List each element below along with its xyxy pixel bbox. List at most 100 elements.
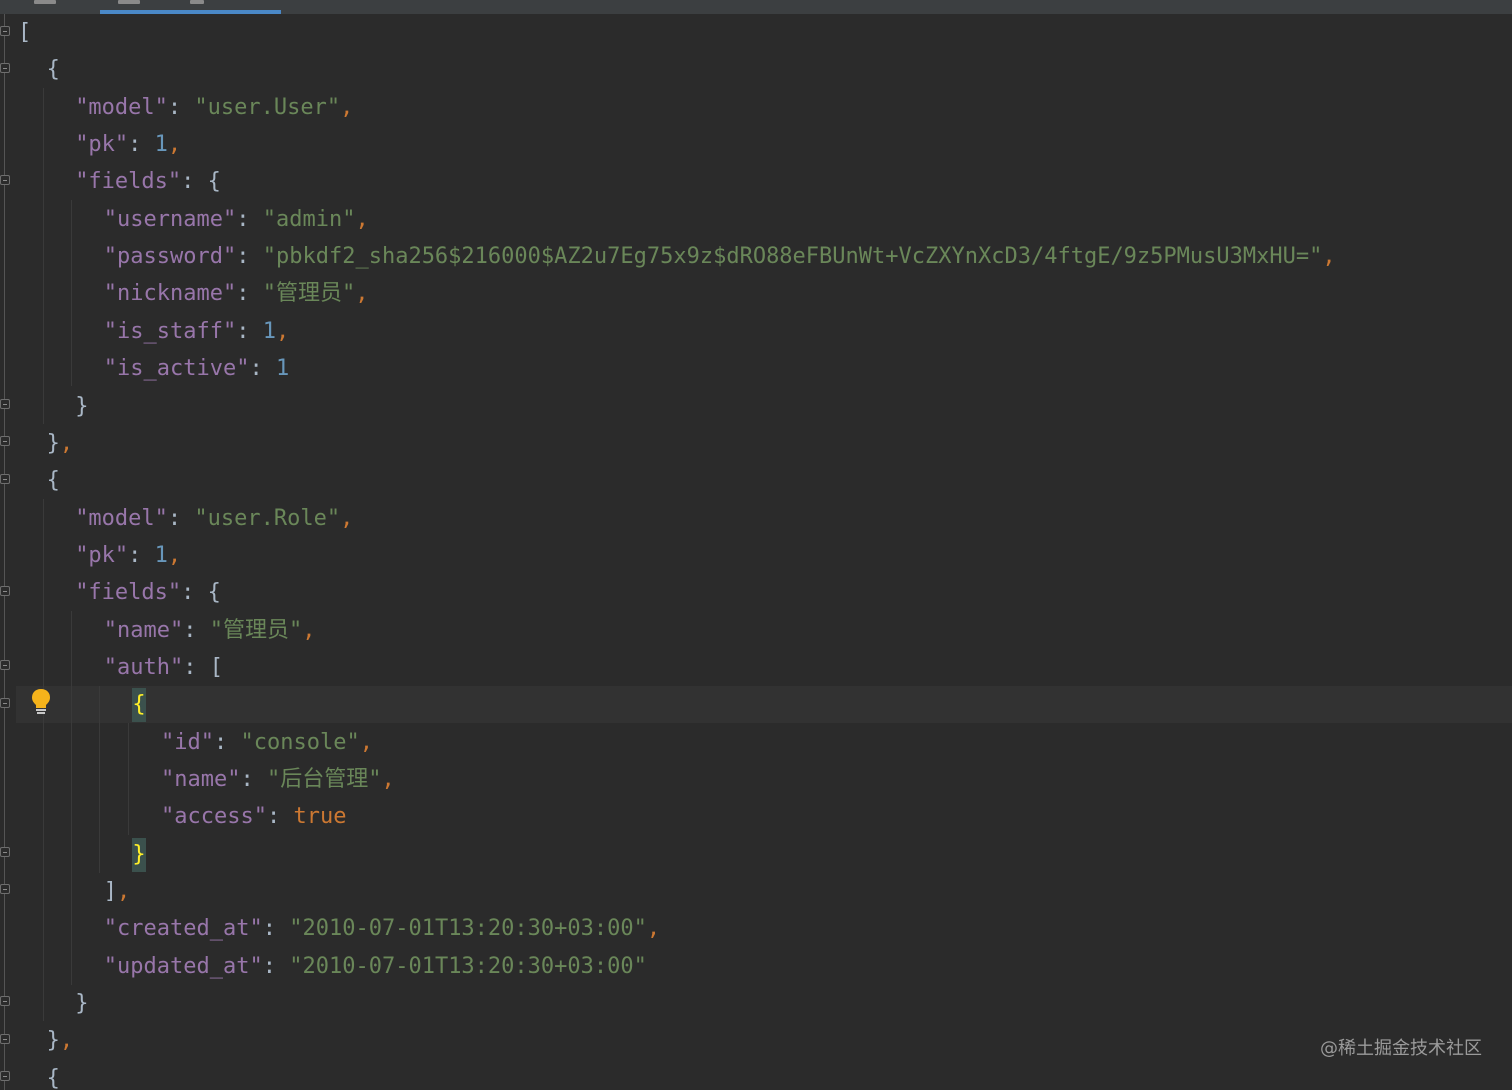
fold-marker-icon[interactable] xyxy=(0,26,10,36)
code-line[interactable]: { xyxy=(132,686,146,723)
fold-marker-icon[interactable] xyxy=(0,660,10,670)
code-line[interactable]: "name": "后台管理", xyxy=(161,761,395,798)
code-token: , xyxy=(359,729,373,755)
tab-inactive[interactable] xyxy=(34,0,56,4)
code-token: , xyxy=(355,281,369,307)
code-token: "admin" xyxy=(262,206,356,232)
code-token: "管理员" xyxy=(262,281,356,307)
code-token: , xyxy=(646,916,661,942)
code-token: "name" xyxy=(103,617,184,643)
fold-marker-icon[interactable] xyxy=(0,698,10,708)
indent-guide xyxy=(71,200,72,386)
fold-marker-icon[interactable] xyxy=(0,884,10,894)
indent-guide xyxy=(71,611,72,985)
code-line[interactable]: "id": "console", xyxy=(161,724,373,761)
code-line[interactable]: "is_active": 1 xyxy=(104,350,289,387)
code-line[interactable]: "auth": [ xyxy=(104,649,223,686)
code-token: , xyxy=(59,1028,74,1054)
code-token: "user.User" xyxy=(194,94,341,120)
code-token: "password" xyxy=(103,244,237,270)
fold-marker-icon[interactable] xyxy=(0,847,10,857)
code-token: : xyxy=(167,505,195,531)
code-token: 1 xyxy=(154,132,168,158)
fold-marker-icon[interactable] xyxy=(0,175,10,185)
code-line[interactable]: }, xyxy=(47,1022,74,1059)
fold-marker-icon[interactable] xyxy=(0,1034,10,1044)
code-token: [ xyxy=(18,20,32,45)
fold-marker-icon[interactable] xyxy=(0,586,10,596)
code-token: : xyxy=(240,767,267,792)
code-line[interactable]: }, xyxy=(47,425,74,462)
code-line[interactable]: } xyxy=(75,388,88,425)
code-line[interactable]: "fields": { xyxy=(75,574,221,611)
code-line[interactable]: "fields": { xyxy=(75,163,221,200)
code-token: : xyxy=(249,356,276,382)
code-token: : xyxy=(181,169,208,195)
fold-marker-icon[interactable] xyxy=(0,436,10,446)
code-token: , xyxy=(167,542,182,568)
code-token: "2010-07-01T13:20:30+03:00" xyxy=(289,916,647,942)
fold-marker-icon[interactable] xyxy=(0,474,10,484)
code-line[interactable]: { xyxy=(47,51,60,88)
code-line[interactable]: [ xyxy=(18,14,31,51)
current-line-highlight xyxy=(16,686,1512,723)
gutter[interactable] xyxy=(0,14,16,1090)
code-token: true xyxy=(293,804,347,830)
watermark: @稀土掘金技术社区 xyxy=(1320,1038,1482,1059)
code-line[interactable]: ], xyxy=(104,873,131,910)
code-line[interactable]: "is_staff": 1, xyxy=(104,313,289,350)
code-editor[interactable]: [{"model": "user.User", "pk": 1, "fields":… xyxy=(0,14,1512,1090)
code-token: , xyxy=(167,132,182,158)
code-token: : xyxy=(262,916,290,942)
code-token: { xyxy=(132,688,146,723)
code-line[interactable]: } xyxy=(75,985,88,1022)
code-token: , xyxy=(1322,244,1336,270)
code-line[interactable]: "pk": 1, xyxy=(75,126,181,163)
code-token: , xyxy=(355,206,369,232)
code-line[interactable]: "access": true xyxy=(161,798,346,835)
code-token: "管理员" xyxy=(209,617,303,643)
code-line[interactable]: "username": "admin", xyxy=(104,201,369,238)
code-token: , xyxy=(117,879,131,905)
code-token: 1 xyxy=(276,356,290,382)
code-token: : xyxy=(262,953,290,979)
fold-marker-icon[interactable] xyxy=(0,1071,10,1081)
code-token: : xyxy=(213,729,241,755)
code-token: : xyxy=(183,654,210,680)
fold-marker-icon[interactable] xyxy=(0,996,10,1006)
code-token: { xyxy=(46,57,60,83)
code-line[interactable]: "model": "user.User", xyxy=(75,89,353,126)
code-token: { xyxy=(46,468,60,494)
code-token: { xyxy=(207,580,221,606)
code-line[interactable]: "updated_at": "2010-07-01T13:20:30+03:00… xyxy=(104,948,647,985)
code-token: : xyxy=(236,318,263,344)
code-line[interactable]: { xyxy=(47,1060,60,1090)
code-token: "model" xyxy=(75,505,168,531)
code-line[interactable]: "nickname": "管理员", xyxy=(104,275,369,312)
indent-guide xyxy=(43,499,44,1021)
code-token: : xyxy=(236,244,263,270)
code-line[interactable]: "pk": 1, xyxy=(75,537,181,574)
code-line[interactable]: "created_at": "2010-07-01T13:20:30+03:00… xyxy=(104,910,660,947)
fold-marker-icon[interactable] xyxy=(0,63,10,73)
code-token: "access" xyxy=(161,804,267,830)
code-token: , xyxy=(340,94,354,120)
code-line[interactable]: { xyxy=(47,462,60,499)
code-token: ] xyxy=(103,879,118,905)
code-token: : xyxy=(128,542,155,568)
code-token: 1 xyxy=(154,542,168,568)
fold-marker-icon[interactable] xyxy=(0,399,10,409)
lightbulb-icon[interactable] xyxy=(30,688,52,716)
tab-active-label[interactable] xyxy=(190,0,204,4)
code-token: "pbkdf2_sha256$216000$AZ2u7Eg75x9z$dRO88… xyxy=(262,244,1323,270)
code-line[interactable]: } xyxy=(132,836,146,873)
code-line[interactable]: "model": "user.Role", xyxy=(75,500,353,537)
code-token: : xyxy=(181,580,208,606)
tab-file-icon xyxy=(118,0,140,4)
code-line[interactable]: "password": "pbkdf2_sha256$216000$AZ2u7E… xyxy=(104,238,1336,275)
code-line[interactable]: "name": "管理员", xyxy=(104,612,316,649)
code-token: "username" xyxy=(103,206,237,232)
code-token: "console" xyxy=(240,729,360,755)
code-token: "fields" xyxy=(75,580,182,606)
code-token: "2010-07-01T13:20:30+03:00" xyxy=(289,953,647,979)
